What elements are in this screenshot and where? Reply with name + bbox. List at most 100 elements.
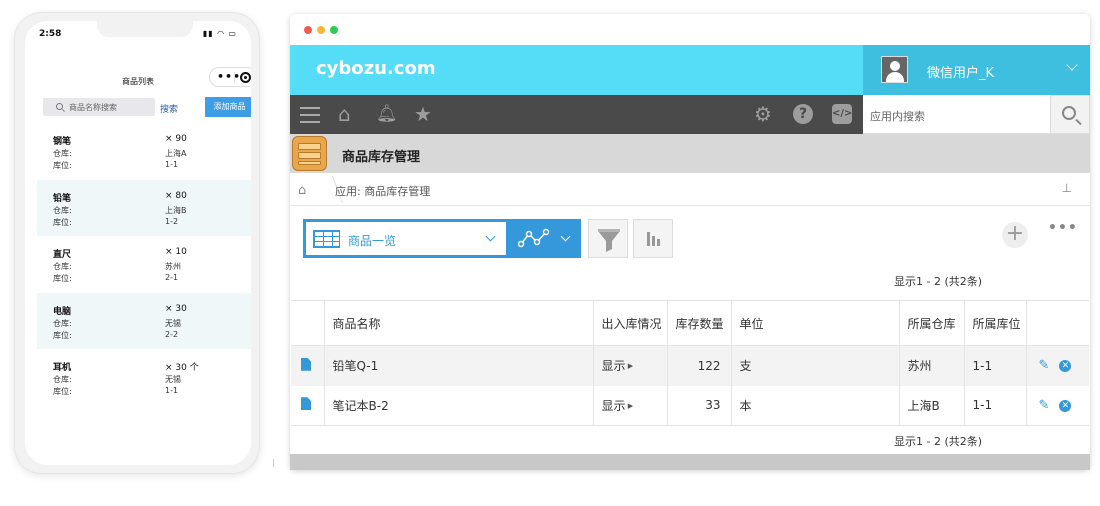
app-search-input[interactable]: 应用内搜索 xyxy=(863,95,1050,134)
search-placeholder: 商品名称搜索 xyxy=(69,103,117,112)
table-row[interactable]: 笔记本B-2 显示 ▶ 33 本 上海B 1-1 ✎ ✕ xyxy=(291,385,1089,426)
chevron-down-icon xyxy=(1066,59,1078,71)
triangle-right-icon: ▶ xyxy=(625,401,634,410)
item-name: 钢笔 xyxy=(53,137,72,147)
cell-status[interactable]: 显示 ▶ xyxy=(592,385,667,426)
more-options-icon[interactable]: ••• xyxy=(1048,220,1078,236)
table-header[interactable]: 所属库位 xyxy=(963,300,1026,346)
chevron-down-icon xyxy=(560,231,571,242)
search-button[interactable] xyxy=(1050,95,1090,134)
location-label: 库位: xyxy=(53,330,72,340)
status-time: 2:58 xyxy=(39,29,62,39)
delete-icon[interactable]: ✕ xyxy=(1059,399,1072,412)
cell-location: 1-1 xyxy=(963,385,1026,426)
pencil-icon[interactable]: ✎ xyxy=(1039,358,1050,373)
list-item[interactable]: 电脑 × 30 仓库: 无锡 库位: 2-2 xyxy=(37,292,251,349)
menu-icon[interactable] xyxy=(300,107,320,128)
graph-button[interactable] xyxy=(633,219,673,258)
item-qty: × 90 xyxy=(165,134,187,144)
table-header[interactable]: 商品名称 xyxy=(323,300,593,346)
more-dots-icon[interactable]: ••• xyxy=(217,70,241,83)
breadcrumb: ⌂ 应用: 商品库存管理 ⊥ xyxy=(290,173,1090,206)
list-item[interactable]: 钢笔 × 90 仓库: 上海A 库位: 1-1 xyxy=(37,123,251,180)
item-name: 耳机 xyxy=(53,363,72,373)
filter-button[interactable] xyxy=(588,219,628,258)
warehouse-label: 仓库: xyxy=(53,205,72,215)
item-warehouse: 无锡 xyxy=(165,318,181,328)
user-menu[interactable]: 微信用户_K xyxy=(863,45,1090,95)
cybozu-logo[interactable]: cybozu.com xyxy=(316,58,436,79)
triangle-right-icon: ▶ xyxy=(625,362,634,371)
phone-mockup: 2:58 ▮▮ ◠ ▭ 商品列表 ••• 商品名称搜索 搜索 添加商品 钢笔 ×… xyxy=(14,12,260,474)
api-code-icon[interactable]: </> xyxy=(832,104,852,124)
search-input[interactable]: 商品名称搜索 xyxy=(43,98,155,116)
location-label: 库位: xyxy=(53,274,72,283)
funnel-icon xyxy=(598,229,620,252)
cell-unit: 本 xyxy=(730,385,899,426)
bell-icon[interactable]: 🔔︎ xyxy=(376,104,398,124)
home-icon[interactable]: ⌂ xyxy=(338,104,351,124)
table-header[interactable]: 出入库情况 xyxy=(592,300,667,346)
view-selector[interactable]: 商品一览 xyxy=(303,219,509,258)
line-graph-icon xyxy=(518,228,550,248)
cell-location: 1-1 xyxy=(963,345,1026,386)
table-row[interactable]: 铅笔Q-1 显示 ▶ 122 支 苏州 1-1 ✎ ✕ xyxy=(291,345,1089,386)
bar-chart-icon xyxy=(647,232,650,246)
close-target-icon[interactable] xyxy=(240,72,251,83)
table-header[interactable]: 库存数量 xyxy=(666,300,731,346)
avatar xyxy=(881,56,908,83)
record-detail-icon[interactable] xyxy=(301,357,311,371)
item-warehouse: 上海A xyxy=(165,149,187,158)
item-location: 1-1 xyxy=(165,386,179,395)
list-item[interactable]: 直尺 × 10 仓库: 苏州 库位: 2-1 xyxy=(37,236,251,293)
cell-product-name: 笔记本B-2 xyxy=(323,385,593,426)
capsule-divider xyxy=(234,72,235,83)
item-location: 1-1 xyxy=(165,160,179,169)
pin-icon[interactable]: ⊥ xyxy=(1062,181,1072,195)
maximize-window-icon[interactable] xyxy=(330,26,338,34)
add-record-button[interactable]: + xyxy=(1002,222,1028,248)
add-product-button[interactable]: 添加商品 xyxy=(205,97,251,117)
mini-program-capsule[interactable]: ••• xyxy=(209,67,251,87)
chevron-down-icon xyxy=(485,231,496,242)
cell-unit: 支 xyxy=(730,345,899,386)
search-icon xyxy=(56,103,63,110)
divider-mark xyxy=(273,459,274,467)
table-header[interactable]: 所属仓库 xyxy=(898,300,964,346)
cell-warehouse: 上海B xyxy=(898,385,964,426)
table-header[interactable]: 单位 xyxy=(730,300,899,346)
home-icon[interactable]: ⌂ xyxy=(298,183,306,198)
graph-menu-button[interactable] xyxy=(509,219,581,258)
minimize-window-icon[interactable] xyxy=(317,26,325,34)
delete-icon[interactable]: ✕ xyxy=(1059,360,1072,373)
breadcrumb-link[interactable]: 应用: 商品库存管理 xyxy=(335,183,430,199)
search-button[interactable]: 搜索 xyxy=(160,102,178,115)
item-warehouse: 苏州 xyxy=(165,262,181,271)
item-name: 电脑 xyxy=(53,306,72,317)
view-toolbar: 商品一览 + ••• xyxy=(290,206,1090,270)
phone-screen: 2:58 ▮▮ ◠ ▭ 商品列表 ••• 商品名称搜索 搜索 添加商品 钢笔 ×… xyxy=(25,21,251,465)
record-detail-icon[interactable] xyxy=(301,397,311,411)
table-header-icon-col xyxy=(291,300,324,346)
user-name: 微信用户_K xyxy=(927,66,995,81)
item-location: 1-2 xyxy=(165,216,179,226)
item-name: 直尺 xyxy=(53,250,72,260)
record-count: 显示1 - 2 (共2条) xyxy=(894,275,983,288)
table-view-icon xyxy=(313,230,340,248)
item-qty: × 80 xyxy=(165,190,187,201)
list-item[interactable]: 铅笔 × 80 仓库: 上海B 库位: 1-2 xyxy=(37,179,251,236)
close-window-icon[interactable] xyxy=(304,26,312,34)
app-title: 商品库存管理 xyxy=(342,150,421,165)
location-label: 库位: xyxy=(53,387,72,396)
signal-wifi-battery-icon: ▮▮ ◠ ▭ xyxy=(202,29,237,38)
window-title-bar xyxy=(290,14,1090,45)
item-name: 铅笔 xyxy=(53,193,72,204)
cell-status[interactable]: 显示 ▶ xyxy=(592,345,667,386)
gear-icon[interactable]: ⚙ xyxy=(754,104,772,124)
help-icon[interactable]: ? xyxy=(793,104,813,124)
location-label: 库位: xyxy=(53,161,72,170)
list-item[interactable]: 耳机 × 30 个 仓库: 无锡 库位: 1-1 xyxy=(37,349,251,406)
pencil-icon[interactable]: ✎ xyxy=(1039,398,1050,413)
star-icon[interactable]: ★ xyxy=(414,104,432,124)
search-icon xyxy=(1062,106,1076,120)
